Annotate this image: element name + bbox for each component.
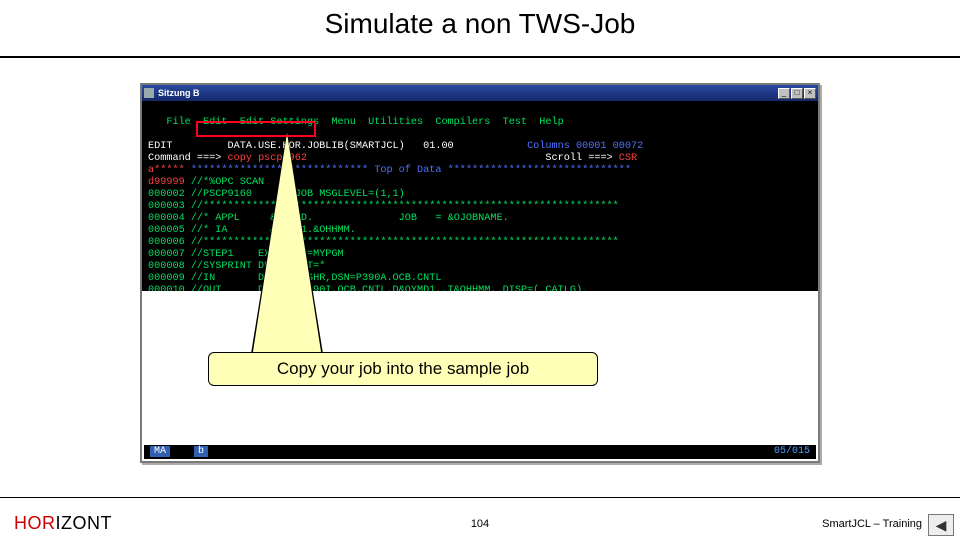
scroll-input[interactable]: CSR bbox=[619, 153, 637, 164]
data-row: 000009 //IN DD DISP=SHR,DSN=P390A.OCB.CN… bbox=[148, 273, 441, 284]
page-number: 104 bbox=[0, 518, 960, 530]
window-titlebar: Sitzung B _ □ × bbox=[142, 85, 818, 101]
data-row: 000002 //PSCP9160 JOB MSGLEVEL=(1,1) bbox=[148, 189, 405, 200]
data-row: 000003 //*******************************… bbox=[148, 201, 619, 212]
menubar[interactable]: File Edit Edit Settings Menu Utilities C… bbox=[148, 117, 564, 128]
close-button[interactable]: × bbox=[804, 88, 816, 99]
status-ma: MA bbox=[150, 446, 170, 457]
data-row: 000006 //*******************************… bbox=[148, 237, 619, 248]
maximize-button[interactable]: □ bbox=[791, 88, 803, 99]
footer-divider bbox=[0, 497, 960, 498]
command-label: Command ===> bbox=[148, 153, 221, 164]
window-icon bbox=[144, 88, 154, 98]
minimize-button[interactable]: _ bbox=[778, 88, 790, 99]
terminal-window: Sitzung B _ □ × File Edit Edit Settings … bbox=[140, 83, 820, 463]
edit-header-right: Columns 00001 00072 bbox=[527, 141, 643, 152]
prev-slide-button[interactable]: ◀ bbox=[928, 514, 954, 536]
data-row: a***** ***************************** Top… bbox=[148, 165, 631, 176]
data-row: 000007 //STEP1 EXEC PGM=MYPGM bbox=[148, 249, 344, 260]
slide-title: Simulate a non TWS-Job bbox=[0, 8, 960, 40]
status-bar: MA b 05/015 bbox=[144, 445, 816, 459]
window-title: Sitzung B bbox=[158, 88, 200, 98]
terminal-body[interactable]: File Edit Edit Settings Menu Utilities C… bbox=[142, 101, 818, 291]
footer-caption: SmartJCL – Training bbox=[822, 518, 922, 530]
status-b: b bbox=[194, 446, 208, 457]
data-row: 000004 //* APPL &OADID. JOB = &OJOBNAME. bbox=[148, 213, 509, 224]
callout-text: Copy your job into the sample job bbox=[277, 359, 529, 379]
data-row: 000008 //SYSPRINT DD SYSOUT=* bbox=[148, 261, 325, 272]
status-cursor-pos: 05/015 bbox=[774, 445, 810, 459]
callout-box: Copy your job into the sample job bbox=[208, 352, 598, 386]
data-row: 000005 //* IA &OYMD1.&OHHMM. bbox=[148, 225, 356, 236]
data-row: d99999 //*%OPC SCAN bbox=[148, 177, 264, 188]
scroll-label: Scroll ===> bbox=[545, 153, 612, 164]
title-divider bbox=[0, 56, 960, 58]
window-buttons: _ □ × bbox=[778, 88, 816, 99]
command-input[interactable]: copy pscp1962 bbox=[228, 153, 307, 164]
data-row: 000010 //OUT DD DSN=P390I.OCB.CNTL.D&OYM… bbox=[148, 285, 588, 291]
edit-header-left: EDIT DATA.USE.HOR.JOBLIB(SMARTJCL) 01.00 bbox=[148, 141, 454, 152]
